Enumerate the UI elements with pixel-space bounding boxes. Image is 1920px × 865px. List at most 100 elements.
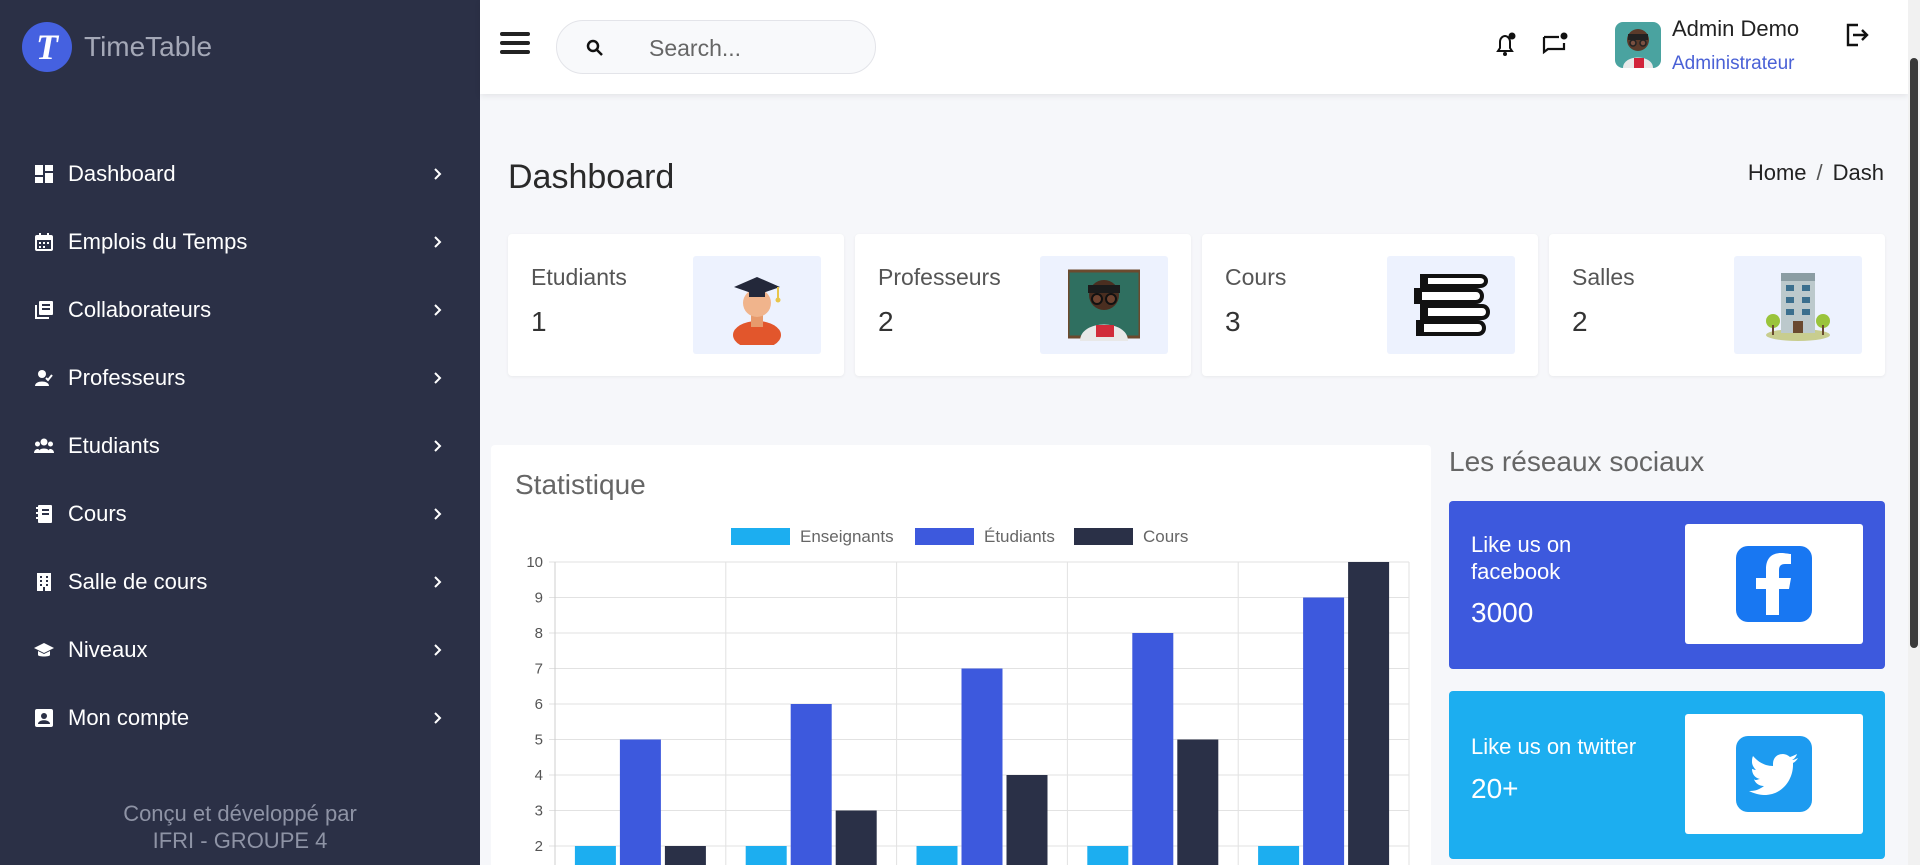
avatar[interactable]: [1615, 22, 1661, 68]
sidebar-item-professeurs[interactable]: Professeurs: [0, 344, 480, 412]
bar-etudiants-1: [790, 704, 832, 865]
brand[interactable]: T TimeTable: [22, 22, 212, 72]
chart-card: Statistique 10 9 8 7 6 5 4 3 2 Enseignants Étudian…: [491, 445, 1431, 865]
breadcrumb: Home / Dash: [1748, 160, 1884, 186]
building-icon: [34, 572, 54, 592]
breadcrumb-home-link[interactable]: Home: [1748, 160, 1807, 185]
sidebar-item-salle-de-cours[interactable]: Salle de cours: [0, 548, 480, 616]
sidebar-menu: Dashboard Emplois du Temps Collaborateur…: [0, 140, 480, 752]
footer-line: Conçu et développé par: [123, 801, 357, 826]
stat-label: Etudiants: [531, 264, 627, 290]
sidebar-item-label: Cours: [68, 501, 127, 526]
twitter-text: Like us on twitter: [1471, 734, 1637, 759]
library-books-icon: [34, 300, 54, 320]
stat-card-etudiants[interactable]: Etudiants 1: [508, 234, 844, 376]
sidebar-item-etudiants[interactable]: Etudiants: [0, 412, 480, 480]
notification-bell-icon[interactable]: [1490, 30, 1520, 60]
footer-line: IFRI - GROUPE 4: [152, 828, 328, 853]
sidebar-item-niveaux[interactable]: Niveaux: [0, 616, 480, 684]
stat-value: 2: [1572, 306, 1588, 337]
stat-label: Salles: [1572, 264, 1635, 290]
stat-card-professeurs[interactable]: Professeurs 2: [855, 234, 1191, 376]
sidebar-item-dashboard[interactable]: Dashboard: [0, 140, 480, 208]
user-name[interactable]: Admin Demo: [1672, 16, 1799, 42]
bar-etudiants-0: [619, 739, 661, 865]
sidebar-item-mon-compte[interactable]: Mon compte: [0, 684, 480, 752]
y-tick-label: 2: [535, 838, 543, 855]
y-tick-label: 10: [526, 554, 543, 571]
logout-icon[interactable]: [1842, 20, 1872, 50]
user-role: Administrateur: [1672, 53, 1795, 74]
social-title: Les réseaux sociaux: [1449, 446, 1705, 477]
sidebar-item-label: Collaborateurs: [68, 297, 212, 322]
bar-chart: 10 9 8 7 6 5 4 3 2 Enseignants Étudiants Cours: [526, 527, 1410, 865]
bar-etudiants-4: [1303, 597, 1345, 865]
graduation-cap-icon: [34, 640, 54, 660]
facebook-logo-box[interactable]: [1685, 524, 1863, 644]
calendar-icon: [34, 232, 54, 252]
twitter-icon: [1736, 736, 1812, 812]
search-icon[interactable]: [585, 38, 605, 58]
bar-cours-2: [1006, 775, 1048, 865]
facebook-card[interactable]: Like us on facebook 3000: [1449, 501, 1885, 669]
stat-value: 1: [531, 306, 547, 337]
brand-logo: T: [22, 22, 72, 72]
y-tick-label: 7: [535, 661, 543, 678]
book-icon: [34, 504, 54, 524]
message-icon[interactable]: [1540, 30, 1570, 60]
stat-card-cours[interactable]: Cours 3: [1202, 234, 1538, 376]
sidebar-item-label: Professeurs: [68, 365, 186, 390]
legend-swatch: [915, 528, 974, 545]
stat-label: Cours: [1225, 264, 1287, 290]
sidebar-item-collaborateurs[interactable]: Collaborateurs: [0, 276, 480, 344]
menu-toggle-icon[interactable]: [500, 32, 530, 60]
sidebar: T TimeTable Dashboard Emplois du Temps C…: [0, 0, 480, 865]
stat-card-salles[interactable]: Salles 2: [1549, 234, 1885, 376]
y-tick-label: 4: [535, 767, 543, 784]
search-input[interactable]: [649, 33, 859, 63]
stat-value: 3: [1225, 306, 1241, 337]
teacher-icon: [1040, 256, 1168, 354]
bar-cours-4: [1348, 562, 1390, 865]
chevron-right-icon: [430, 166, 446, 182]
chevron-right-icon: [430, 642, 446, 658]
sidebar-item-cours[interactable]: Cours: [0, 480, 480, 548]
twitter-card[interactable]: Like us on twitter 20+: [1449, 691, 1885, 859]
dashboard-icon: [34, 164, 54, 184]
breadcrumb-current: Dash: [1832, 160, 1884, 185]
y-tick-label: 5: [535, 732, 543, 749]
topbar: Admin Demo Administrateur: [480, 0, 1908, 94]
page-scrollbar[interactable]: [1908, 0, 1920, 865]
legend-label: Cours: [1143, 527, 1188, 546]
stat-label: Professeurs: [878, 264, 1001, 290]
scrollbar-thumb[interactable]: [1910, 58, 1918, 648]
sidebar-item-label: Mon compte: [68, 705, 190, 730]
legend-swatch: [731, 528, 790, 545]
chevron-right-icon: [430, 302, 446, 318]
sidebar-item-label: Niveaux: [68, 637, 148, 662]
twitter-logo-box[interactable]: [1685, 714, 1863, 834]
legend-label: Enseignants: [800, 527, 894, 546]
sidebar-item-label: Emplois du Temps: [68, 229, 248, 254]
books-stack-icon: [1387, 256, 1515, 354]
bar-enseignants-1: [745, 846, 787, 865]
chevron-right-icon: [430, 438, 446, 454]
chevron-right-icon: [430, 506, 446, 522]
bar-etudiants-2: [961, 668, 1003, 865]
chevron-right-icon: [430, 234, 446, 250]
bar-etudiants-3: [1132, 633, 1174, 865]
person-check-icon: [34, 368, 54, 388]
y-tick-label: 8: [535, 625, 543, 642]
bar-cours-3: [1177, 739, 1219, 865]
sidebar-item-emplois-du-temps[interactable]: Emplois du Temps: [0, 208, 480, 276]
graduate-student-icon: [693, 256, 821, 354]
bar-enseignants-4: [1258, 846, 1300, 865]
breadcrumb-separator: /: [1816, 160, 1823, 185]
sidebar-item-label: Salle de cours: [68, 569, 208, 594]
legend-label: Étudiants: [984, 527, 1055, 546]
y-tick-label: 3: [535, 803, 543, 820]
search-box: [556, 20, 876, 74]
group-icon: [34, 436, 54, 456]
facebook-text: Like us on facebook: [1471, 532, 1572, 584]
bar-enseignants-2: [916, 846, 958, 865]
